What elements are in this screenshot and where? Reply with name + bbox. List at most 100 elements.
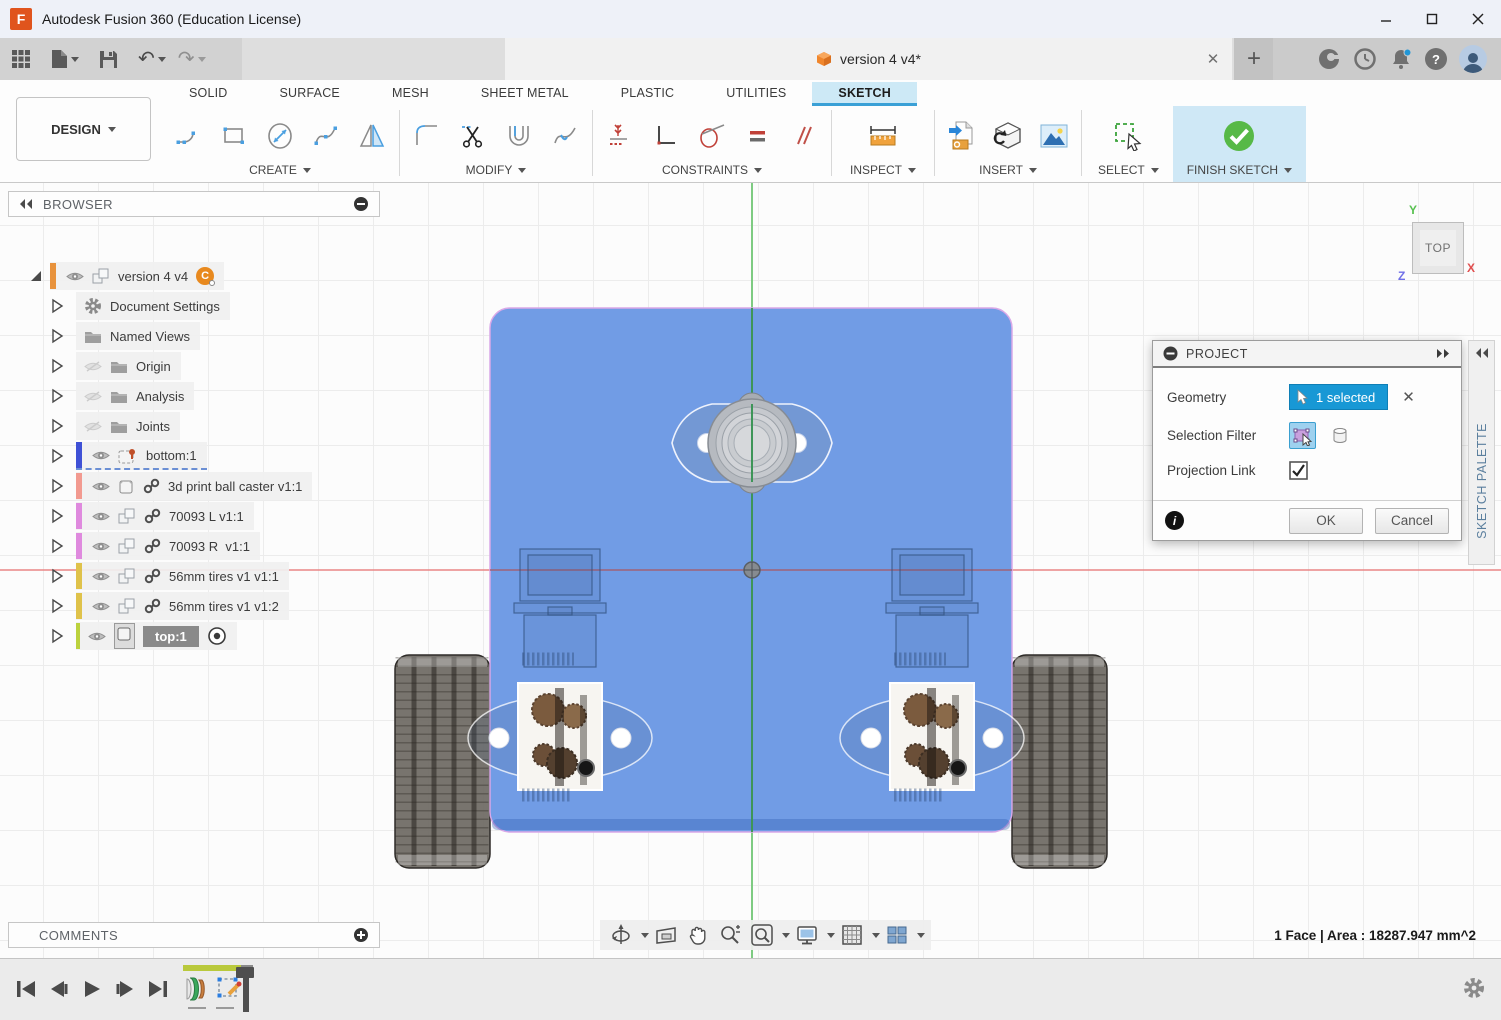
tree-row-document-settings[interactable]: Document Settings: [49, 291, 230, 321]
timeline-component-feature[interactable]: [183, 973, 209, 1008]
tree-row-named-views[interactable]: Named Views: [49, 321, 200, 351]
filter-faces-button[interactable]: [1289, 422, 1316, 449]
clear-selection-button[interactable]: ✕: [1398, 388, 1419, 406]
browser-panel-header[interactable]: BROWSER: [8, 191, 380, 217]
app-grid-button[interactable]: [8, 45, 34, 73]
tree-row-tires-2[interactable]: 56mm tires v1 v1:2: [49, 591, 289, 621]
equal-constraint-button[interactable]: [739, 114, 777, 158]
look-at-button[interactable]: [651, 920, 681, 950]
collapsed-arrow-icon[interactable]: [49, 628, 65, 644]
visibility-off-icon[interactable]: [84, 390, 102, 403]
user-avatar[interactable]: [1459, 45, 1487, 73]
tree-item-label-selected[interactable]: top:1: [143, 626, 199, 647]
geometry-selection-button[interactable]: 1 selected: [1289, 384, 1388, 410]
tree-item-label[interactable]: 56mm tires v1 v1:2: [169, 599, 279, 614]
document-tab[interactable]: version 4 v4* ✕: [505, 38, 1232, 80]
info-icon[interactable]: i: [1165, 511, 1184, 530]
finish-sketch-menu[interactable]: FINISH SKETCH: [1187, 163, 1292, 180]
tree-row-origin[interactable]: Origin: [49, 351, 181, 381]
spline-tool-button[interactable]: [307, 114, 345, 158]
tree-item-label[interactable]: Joints: [136, 419, 170, 434]
rectangle-tool-button[interactable]: [215, 114, 253, 158]
tree-item-label[interactable]: Named Views: [110, 329, 190, 344]
filter-bodies-button[interactable]: [1326, 422, 1353, 449]
comments-bar[interactable]: COMMENTS: [8, 922, 380, 948]
cancel-button[interactable]: Cancel: [1375, 508, 1449, 534]
collapsed-arrow-icon[interactable]: [49, 448, 65, 464]
visibility-eye-icon[interactable]: [92, 600, 110, 613]
visibility-off-icon[interactable]: [84, 360, 102, 373]
insert-svg-button[interactable]: [943, 114, 981, 158]
left-wheel[interactable]: [395, 655, 490, 868]
collapsed-arrow-icon[interactable]: [49, 298, 65, 314]
tree-item-label[interactable]: Document Settings: [110, 299, 220, 314]
right-wheel[interactable]: [1012, 655, 1107, 868]
horizontal-vertical-constraint-button[interactable]: [647, 114, 685, 158]
collapsed-arrow-icon[interactable]: [49, 538, 65, 554]
inspect-menu[interactable]: INSPECT: [850, 163, 916, 180]
select-menu[interactable]: SELECT: [1098, 163, 1159, 180]
tree-row-analysis[interactable]: Analysis: [49, 381, 194, 411]
zoom-button[interactable]: [715, 920, 745, 950]
tab-sketch[interactable]: SKETCH: [812, 82, 917, 106]
visibility-eye-icon[interactable]: [66, 270, 84, 283]
tree-item-label[interactable]: bottom:1: [146, 448, 197, 463]
undo-button[interactable]: ↶: [135, 45, 169, 73]
file-menu-button[interactable]: [48, 45, 82, 73]
fillet-tool-button[interactable]: [408, 114, 446, 158]
tree-item-label[interactable]: 70093 R v1:1: [169, 539, 250, 554]
tree-row-bottom-1[interactable]: bottom:1: [49, 441, 207, 471]
insert-derive-button[interactable]: [989, 114, 1027, 158]
collapse-dialog-icon[interactable]: [1163, 346, 1178, 361]
redo-button[interactable]: ↷: [175, 45, 209, 73]
timeline-sketch-feature[interactable]: [215, 973, 243, 1008]
collapsed-arrow-icon[interactable]: [49, 358, 65, 374]
insert-canvas-button[interactable]: [1035, 114, 1073, 158]
finish-sketch-button[interactable]: [1220, 114, 1258, 158]
go-to-start-button[interactable]: [14, 975, 38, 1003]
collapse-left-icon[interactable]: [19, 198, 33, 210]
visibility-eye-icon[interactable]: [92, 480, 110, 493]
measure-tool-button[interactable]: [864, 114, 902, 158]
collapsed-arrow-icon[interactable]: [49, 418, 65, 434]
extensions-icon[interactable]: [1317, 47, 1341, 71]
minimize-button[interactable]: [1363, 0, 1409, 38]
grid-dropdown-caret[interactable]: [872, 933, 880, 938]
collapsed-arrow-icon[interactable]: [49, 328, 65, 344]
tangent-constraint-button[interactable]: [693, 114, 731, 158]
tree-row-ball-caster[interactable]: 3d print ball caster v1:1: [49, 471, 312, 501]
circle-tool-button[interactable]: [261, 114, 299, 158]
mirror-tool-button[interactable]: [353, 114, 391, 158]
timeline-position-marker[interactable]: [236, 967, 254, 978]
add-comment-icon[interactable]: [353, 927, 369, 943]
modify-menu[interactable]: MODIFY: [466, 163, 527, 180]
tree-row-tires-1[interactable]: 56mm tires v1 v1:1: [49, 561, 289, 591]
project-dialog-header[interactable]: PROJECT: [1153, 341, 1461, 368]
notifications-bell-icon[interactable]: [1389, 47, 1413, 71]
tab-solid[interactable]: SOLID: [163, 82, 254, 106]
activate-component-radio-icon[interactable]: [207, 626, 227, 646]
visibility-eye-icon[interactable]: [92, 449, 110, 462]
close-button[interactable]: [1455, 0, 1501, 38]
insert-menu[interactable]: INSERT: [979, 163, 1037, 180]
visibility-eye-icon[interactable]: [92, 570, 110, 583]
fit-dropdown-caret[interactable]: [782, 933, 790, 938]
tree-item-label[interactable]: Origin: [136, 359, 171, 374]
sketch-origin-point[interactable]: [744, 562, 760, 578]
visibility-eye-icon[interactable]: [92, 510, 110, 523]
collapsed-arrow-icon[interactable]: [49, 388, 65, 404]
remove-display-icon[interactable]: [353, 196, 369, 212]
tree-item-label[interactable]: 56mm tires v1 v1:1: [169, 569, 279, 584]
tab-surface[interactable]: SURFACE: [254, 82, 366, 106]
visibility-eye-icon[interactable]: [92, 540, 110, 553]
collapsed-arrow-icon[interactable]: [49, 478, 65, 494]
expanded-arrow-icon[interactable]: [28, 268, 44, 284]
visibility-eye-icon[interactable]: [88, 630, 106, 643]
line-tool-button[interactable]: [169, 114, 207, 158]
viewports-button[interactable]: [882, 920, 912, 950]
tree-item-label[interactable]: 3d print ball caster v1:1: [168, 479, 302, 494]
step-forward-button[interactable]: [113, 975, 137, 1003]
collapsed-arrow-icon[interactable]: [49, 508, 65, 524]
visibility-off-icon[interactable]: [84, 420, 102, 433]
fit-button[interactable]: [747, 920, 777, 950]
